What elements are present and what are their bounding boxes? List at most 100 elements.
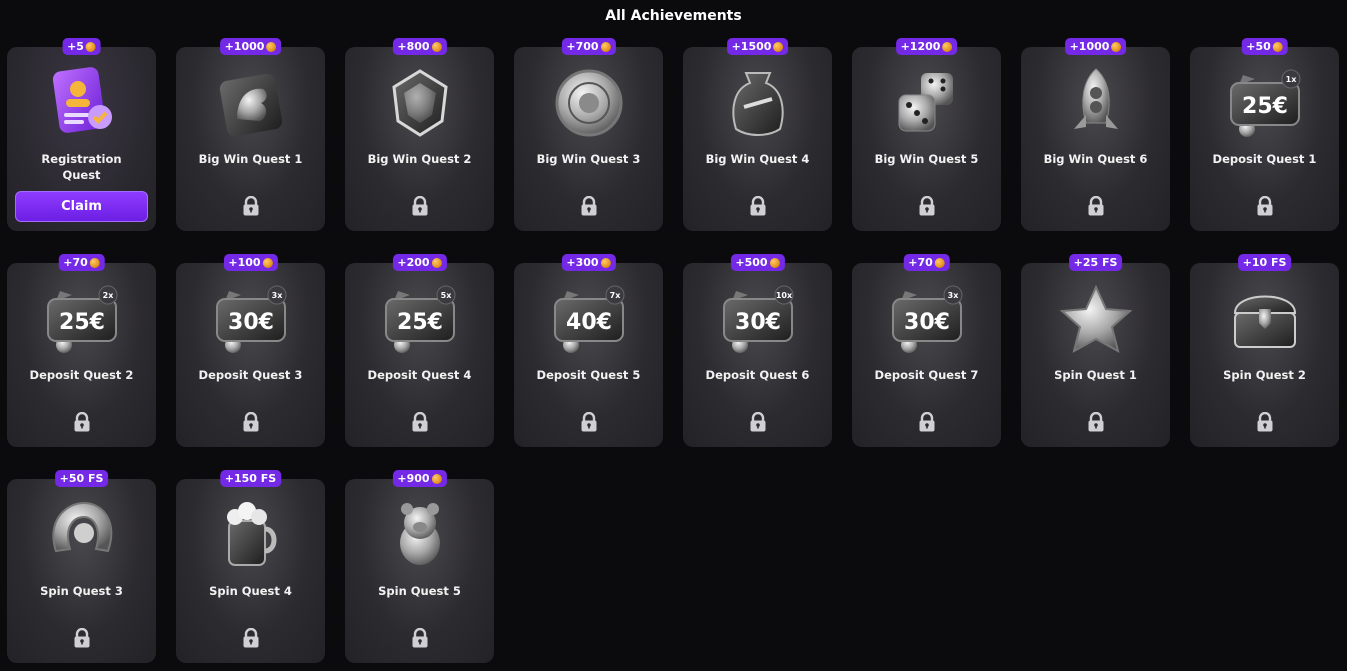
lock-icon <box>411 411 429 432</box>
reward-text: +500 <box>735 256 768 269</box>
lock-icon <box>918 195 936 216</box>
reward-badge: +1500 <box>726 38 789 55</box>
reward-badge: +300 <box>561 254 616 271</box>
horseshoe-icon <box>42 495 122 575</box>
reward-badge: +70 <box>903 254 950 271</box>
reward-text: +300 <box>566 256 599 269</box>
lock-icon <box>73 411 91 432</box>
coin-icon <box>600 257 611 268</box>
achievement-name: Spin Quest 1 <box>1054 368 1137 382</box>
coin-icon <box>431 257 442 268</box>
lock-icon <box>749 411 767 432</box>
achievement-card[interactable]: +700 Big Win Quest 3 <box>514 38 663 231</box>
registration-card-icon <box>42 63 122 143</box>
voucher-multiplier: 1x <box>1285 75 1297 84</box>
reward-text: +1000 <box>224 40 265 53</box>
coin-icon <box>85 41 96 52</box>
achievement-card[interactable]: +900 Spin Quest 5 <box>345 470 494 663</box>
claim-button[interactable]: Claim <box>15 191 148 222</box>
reward-badge: +100 <box>223 254 278 271</box>
achievement-card[interactable]: +5 Registration Quest Claim <box>7 38 156 231</box>
reward-text: +800 <box>397 40 430 53</box>
star-icon <box>1056 279 1136 359</box>
reward-text: +70 <box>63 256 88 269</box>
rocket-icon <box>1056 63 1136 143</box>
achievement-card[interactable]: +800 Big Win Quest 2 <box>345 38 494 231</box>
voucher-amount: 25€ <box>1242 94 1288 119</box>
voucher-amount: 30€ <box>735 310 781 335</box>
reward-text: +700 <box>566 40 599 53</box>
achievement-card[interactable]: +150 FS Spin Quest 4 <box>176 470 325 663</box>
achievement-name: Big Win Quest 6 <box>1043 152 1148 166</box>
pig-icon <box>380 495 460 575</box>
coin-icon <box>1111 41 1122 52</box>
reward-badge: +900 <box>392 470 447 487</box>
deposit-voucher-icon: 25€ 1x <box>1225 63 1305 143</box>
voucher-amount: 40€ <box>566 310 612 335</box>
coin-icon <box>769 257 780 268</box>
reward-text: +25 FS <box>1073 256 1118 269</box>
lock-icon <box>749 195 767 216</box>
achievement-card[interactable]: +1500 Big Win Quest 4 <box>683 38 832 231</box>
achievement-card[interactable]: +10 FS Spin Quest 2 <box>1190 254 1339 447</box>
reward-badge: +500 <box>730 254 785 271</box>
lock-icon <box>1256 411 1274 432</box>
achievement-card[interactable]: +200 25€ 5x Deposit Quest 4 <box>345 254 494 447</box>
reward-badge: +50 FS <box>54 470 109 487</box>
achievement-name: Spin Quest 4 <box>209 584 292 598</box>
reward-badge: +150 FS <box>219 470 282 487</box>
coin-icon <box>262 257 273 268</box>
deposit-voucher-icon: 30€ 3x <box>211 279 291 359</box>
achievements-grid: +5 Registration Quest Claim +1000 Big Win … <box>7 38 1339 663</box>
achievement-name: Big Win Quest 5 <box>874 152 979 166</box>
reward-text: +50 FS <box>59 472 104 485</box>
reward-badge: +1000 <box>1064 38 1127 55</box>
voucher-multiplier: 3x <box>947 291 959 300</box>
lock-icon <box>411 627 429 648</box>
lock-icon <box>580 411 598 432</box>
coin-icon <box>266 41 277 52</box>
reward-badge: +800 <box>392 38 447 55</box>
achievement-card[interactable]: +1000 Big Win Quest 1 <box>176 38 325 231</box>
gem-icon <box>380 63 460 143</box>
lock-icon <box>73 627 91 648</box>
reward-text: +150 FS <box>224 472 277 485</box>
achievement-name: Big Win Quest 1 <box>198 152 303 166</box>
reward-badge: +70 <box>58 254 105 271</box>
voucher-multiplier: 5x <box>440 291 452 300</box>
achievement-name: Registration Quest <box>41 152 122 182</box>
coin-icon <box>431 41 442 52</box>
reward-badge: +1200 <box>895 38 958 55</box>
medallion-icon <box>549 63 629 143</box>
reward-badge: +1000 <box>219 38 282 55</box>
coin-icon <box>600 41 611 52</box>
achievement-card[interactable]: +1200 Big Win Quest 5 <box>852 38 1001 231</box>
reward-badge: +200 <box>392 254 447 271</box>
lock-icon <box>411 195 429 216</box>
page-title: All Achievements <box>605 8 742 24</box>
achievement-name: Deposit Quest 4 <box>367 368 472 382</box>
reward-text: +900 <box>397 472 430 485</box>
treasure-chest-icon <box>1225 279 1305 359</box>
achievement-card[interactable]: +100 30€ 3x Deposit Quest 3 <box>176 254 325 447</box>
achievement-name: Big Win Quest 3 <box>536 152 641 166</box>
achievement-card[interactable]: +25 FS Spin Quest 1 <box>1021 254 1170 447</box>
reward-text: +100 <box>228 256 261 269</box>
achievement-card[interactable]: +70 25€ 2x Deposit Quest 2 <box>7 254 156 447</box>
horse-head-icon <box>211 63 291 143</box>
achievement-card[interactable]: +50 FS Spin Quest 3 <box>7 470 156 663</box>
achievement-name: Deposit Quest 5 <box>536 368 641 382</box>
reward-badge: +700 <box>561 38 616 55</box>
achievement-card[interactable]: +50 25€ 1x Deposit Quest 1 <box>1190 38 1339 231</box>
achievement-card[interactable]: +1000 Big Win Quest 6 <box>1021 38 1170 231</box>
achievement-card[interactable]: +70 30€ 3x Deposit Quest 7 <box>852 254 1001 447</box>
achievement-name: Spin Quest 5 <box>378 584 461 598</box>
voucher-multiplier: 7x <box>609 291 621 300</box>
lock-icon <box>242 195 260 216</box>
reward-text: +200 <box>397 256 430 269</box>
voucher-amount: 25€ <box>59 310 105 335</box>
reward-text: +70 <box>908 256 933 269</box>
achievement-card[interactable]: +300 40€ 7x Deposit Quest 5 <box>514 254 663 447</box>
achievement-card[interactable]: +500 30€ 10x Deposit Quest 6 <box>683 254 832 447</box>
deposit-voucher-icon: 40€ 7x <box>549 279 629 359</box>
